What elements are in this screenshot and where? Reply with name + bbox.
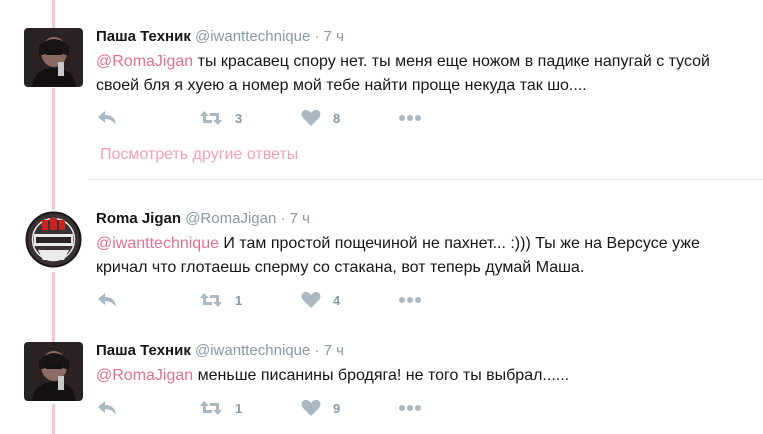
- timestamp[interactable]: 7 ч: [324, 28, 344, 45]
- mention-link[interactable]: @RomaJigan: [96, 367, 193, 384]
- separator-dot: ·: [314, 342, 320, 359]
- reply-button[interactable]: [96, 291, 118, 309]
- avatar-photo-icon: [24, 28, 83, 87]
- tweet-header: Паша Техник @iwanttechnique · 7 ч: [96, 28, 344, 46]
- tweet[interactable]: Паша Техник @iwanttechnique · 7 ч @RomaJ…: [0, 28, 763, 138]
- author-name[interactable]: Roma Jigan: [96, 210, 181, 227]
- avatar-photo-icon: [24, 342, 83, 401]
- author-name[interactable]: Паша Техник: [96, 342, 191, 359]
- tweet-body: меньше писанины бродяга! не того ты выбр…: [193, 367, 570, 384]
- like-button[interactable]: 9: [301, 399, 340, 417]
- more-button[interactable]: [398, 109, 422, 127]
- retweet-button[interactable]: 1: [199, 399, 242, 417]
- retweet-icon: [200, 111, 222, 125]
- thread-line-top: [52, 0, 55, 28]
- author-handle[interactable]: @RomaJigan: [185, 210, 276, 227]
- tweet-text: @RomaJigan меньше писанины бродяга! не т…: [96, 364, 746, 388]
- retweet-button[interactable]: 1: [199, 291, 242, 309]
- tweet-text: @iwanttechnique И там простой пощечиной …: [96, 232, 746, 280]
- timestamp[interactable]: 7 ч: [324, 342, 344, 359]
- view-more-replies-link[interactable]: Посмотреть другие ответы: [100, 146, 298, 164]
- heart-icon: [301, 109, 321, 126]
- avatar[interactable]: [24, 342, 83, 401]
- like-count: 4: [333, 292, 341, 308]
- tweet-text: @RomaJigan ты красавец спору нет. ты мен…: [96, 50, 746, 98]
- avatar[interactable]: [24, 28, 83, 87]
- retweet-icon: [200, 293, 222, 307]
- like-count: 8: [333, 110, 341, 126]
- reply-icon: [98, 293, 116, 307]
- heart-icon: [301, 291, 321, 308]
- more-dots-icon: [399, 297, 421, 303]
- retweet-count: 1: [235, 400, 243, 416]
- avatar[interactable]: [24, 210, 83, 269]
- separator-dot: ·: [280, 210, 286, 227]
- author-name[interactable]: Паша Техник: [96, 28, 191, 45]
- more-button[interactable]: [398, 291, 422, 309]
- more-dots-icon: [399, 115, 421, 121]
- tweet-header: Паша Техник @iwanttechnique · 7 ч: [96, 342, 344, 360]
- tweet-header: Roma Jigan @RomaJigan · 7 ч: [96, 210, 310, 228]
- retweet-count: 3: [235, 110, 243, 126]
- reply-icon: [98, 111, 116, 125]
- tweet[interactable]: Roma Jigan @RomaJigan · 7 ч @iwanttechni…: [0, 210, 763, 320]
- author-handle[interactable]: @iwanttechnique: [195, 28, 310, 45]
- tweet[interactable]: Паша Техник @iwanttechnique · 7 ч @RomaJ…: [0, 342, 763, 434]
- timestamp[interactable]: 7 ч: [290, 210, 310, 227]
- reply-button[interactable]: [96, 399, 118, 417]
- mention-link[interactable]: @RomaJigan: [96, 53, 193, 70]
- heart-icon: [301, 399, 321, 416]
- mention-link[interactable]: @iwanttechnique: [96, 235, 219, 252]
- retweet-button[interactable]: 3: [199, 109, 242, 127]
- like-count: 9: [333, 400, 341, 416]
- like-button[interactable]: 4: [301, 291, 340, 309]
- more-button[interactable]: [398, 399, 422, 417]
- emblem-logo-icon: [24, 210, 83, 269]
- reply-button[interactable]: [96, 109, 118, 127]
- author-handle[interactable]: @iwanttechnique: [195, 342, 310, 359]
- retweet-icon: [200, 401, 222, 415]
- retweet-count: 1: [235, 292, 243, 308]
- like-button[interactable]: 8: [301, 109, 340, 127]
- reply-icon: [98, 401, 116, 415]
- section-divider: [88, 179, 763, 180]
- more-dots-icon: [399, 405, 421, 411]
- separator-dot: ·: [314, 28, 320, 45]
